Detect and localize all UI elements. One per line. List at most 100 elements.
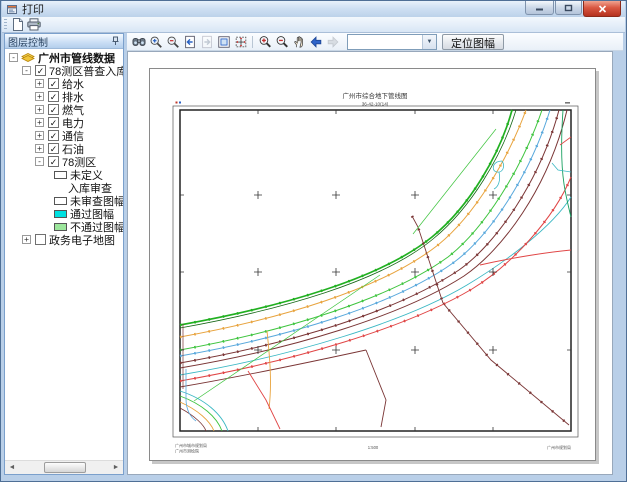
pipeline — [180, 391, 228, 431]
pan-icon[interactable] — [290, 34, 307, 50]
layers-icon — [18, 51, 35, 65]
layer-checkbox[interactable]: ✓ — [48, 78, 59, 89]
find-icon[interactable] — [130, 34, 147, 50]
minimize-button[interactable] — [525, 1, 554, 15]
print-icon[interactable] — [26, 18, 42, 32]
tree-horizontal-scrollbar[interactable]: ◄ ► — [5, 460, 123, 474]
scroll-left-arrow[interactable]: ◄ — [5, 461, 19, 473]
layer-checkbox[interactable]: ✓ — [48, 143, 59, 154]
grid-cross — [489, 268, 497, 276]
tree-item-label: 78测区普查入库审查数据 — [46, 63, 123, 79]
pipeline-map: 广州市综合地下管线图 36-42-10(14) 广州市城市规划局 广州市测绘院 … — [150, 69, 595, 460]
chevron-down-icon[interactable]: ▼ — [422, 35, 436, 49]
forward-icon[interactable] — [324, 34, 341, 50]
pipeline — [180, 110, 512, 325]
pipeline — [552, 163, 571, 172]
grid-cross — [411, 346, 419, 354]
next-extent-icon[interactable] — [198, 34, 215, 50]
legend-swatch — [54, 197, 67, 205]
expand-icon[interactable]: + — [35, 105, 44, 114]
layer-checkbox[interactable]: ✓ — [48, 117, 59, 128]
layer-panel-header: 图层控制 — [5, 34, 123, 49]
zoom-in-icon[interactable] — [256, 34, 273, 50]
collapse-icon[interactable]: - — [22, 66, 31, 75]
map-footer-left-1: 广州市城市规划局 — [175, 442, 207, 448]
print-preview-area: 广州市综合地下管线图 36-42-10(14) 广州市城市规划局 广州市测绘院 … — [127, 51, 613, 475]
print-window: 打印 图层控制 -广州市管线数据-✓78测区普查入库审查数据+✓给水+✓排水+✓… — [0, 0, 627, 482]
toolbar-separator — [252, 36, 253, 48]
pipeline — [480, 250, 571, 265]
combobox-value[interactable] — [348, 35, 422, 49]
legend-swatch — [54, 171, 67, 179]
map-toolbar: ▼ 定位图幅 — [127, 33, 623, 51]
pipeline — [180, 408, 206, 431]
layer-panel-title: 图层控制 — [8, 34, 48, 49]
sheet-combobox[interactable]: ▼ — [347, 34, 437, 50]
layer-checkbox[interactable]: ✓ — [48, 91, 59, 102]
pipeline — [180, 177, 571, 381]
pipeline — [180, 110, 550, 356]
layer-checkbox[interactable] — [35, 234, 46, 245]
tree-item[interactable]: -✓78测区 — [5, 155, 123, 168]
pipeline — [180, 110, 512, 325]
zoom-out-window-icon[interactable] — [164, 34, 181, 50]
expand-icon[interactable]: + — [35, 79, 44, 88]
tree-item[interactable]: + 政务电子地图 — [5, 233, 123, 246]
pipeline — [180, 110, 550, 356]
layer-checkbox[interactable]: ✓ — [48, 104, 59, 115]
previous-extent-icon[interactable] — [181, 34, 198, 50]
fixed-zoom-icon[interactable] — [215, 34, 232, 50]
grid-cross — [254, 268, 262, 276]
expand-icon[interactable]: + — [35, 92, 44, 101]
pipeline — [180, 110, 526, 337]
layer-checkbox[interactable]: ✓ — [48, 130, 59, 141]
layer-checkbox[interactable]: ✓ — [35, 65, 46, 76]
pipeline — [194, 275, 380, 401]
scroll-right-arrow[interactable]: ► — [109, 461, 123, 473]
scrollbar-thumb[interactable] — [44, 462, 86, 473]
layer-checkbox[interactable]: ✓ — [48, 156, 59, 167]
grid-cross — [489, 191, 497, 199]
pipeline — [180, 197, 571, 375]
pipeline — [180, 177, 571, 381]
full-extent-icon[interactable] — [232, 34, 249, 50]
window-title: 打印 — [22, 1, 44, 17]
expand-icon[interactable]: + — [35, 131, 44, 140]
expand-icon[interactable]: + — [35, 144, 44, 153]
pin-icon[interactable] — [111, 36, 120, 46]
map-title: 广州市综合地下管线图 — [343, 91, 408, 100]
close-button[interactable] — [583, 1, 621, 17]
titlebar: 打印 — [2, 1, 625, 17]
zoom-out-icon[interactable] — [273, 34, 290, 50]
expand-icon[interactable]: + — [22, 235, 31, 244]
legend-swatch — [54, 223, 67, 231]
pipeline — [180, 110, 516, 328]
collapse-icon[interactable]: - — [9, 53, 18, 62]
locate-sheet-button[interactable]: 定位图幅 — [442, 34, 504, 50]
map-footer-scale: 1:500 — [368, 445, 379, 450]
map-footer-right: 广州市规划局 — [547, 444, 571, 450]
maximize-button[interactable] — [555, 1, 582, 15]
app-icon — [7, 4, 18, 15]
grid-cross — [489, 346, 497, 354]
back-icon[interactable] — [307, 34, 324, 50]
grid-cross — [332, 268, 340, 276]
layer-control-panel: 图层控制 -广州市管线数据-✓78测区普查入库审查数据+✓给水+✓排水+✓燃气+… — [4, 33, 124, 475]
grid-cross — [254, 191, 262, 199]
map-page: 广州市综合地下管线图 36-42-10(14) 广州市城市规划局 广州市测绘院 … — [149, 68, 596, 461]
grid-cross — [411, 268, 419, 276]
collapse-icon[interactable]: - — [35, 157, 44, 166]
grid-cross — [332, 346, 340, 354]
layer-tree: -广州市管线数据-✓78测区普查入库审查数据+✓给水+✓排水+✓燃气+✓电力+✓… — [5, 49, 123, 461]
file-toolbar — [2, 17, 625, 33]
outer-neatline — [173, 106, 578, 437]
grid-cross — [411, 191, 419, 199]
legend-swatch — [54, 210, 67, 218]
map-footer-left-2: 广州市测绘院 — [175, 448, 199, 454]
expand-icon[interactable]: + — [35, 118, 44, 127]
zoom-in-window-icon[interactable] — [147, 34, 164, 50]
page-setup-icon[interactable] — [10, 18, 26, 32]
pipeline — [366, 350, 386, 427]
tree-item-label: 政务电子地图 — [46, 232, 115, 248]
toolbar-grip[interactable] — [4, 19, 7, 30]
